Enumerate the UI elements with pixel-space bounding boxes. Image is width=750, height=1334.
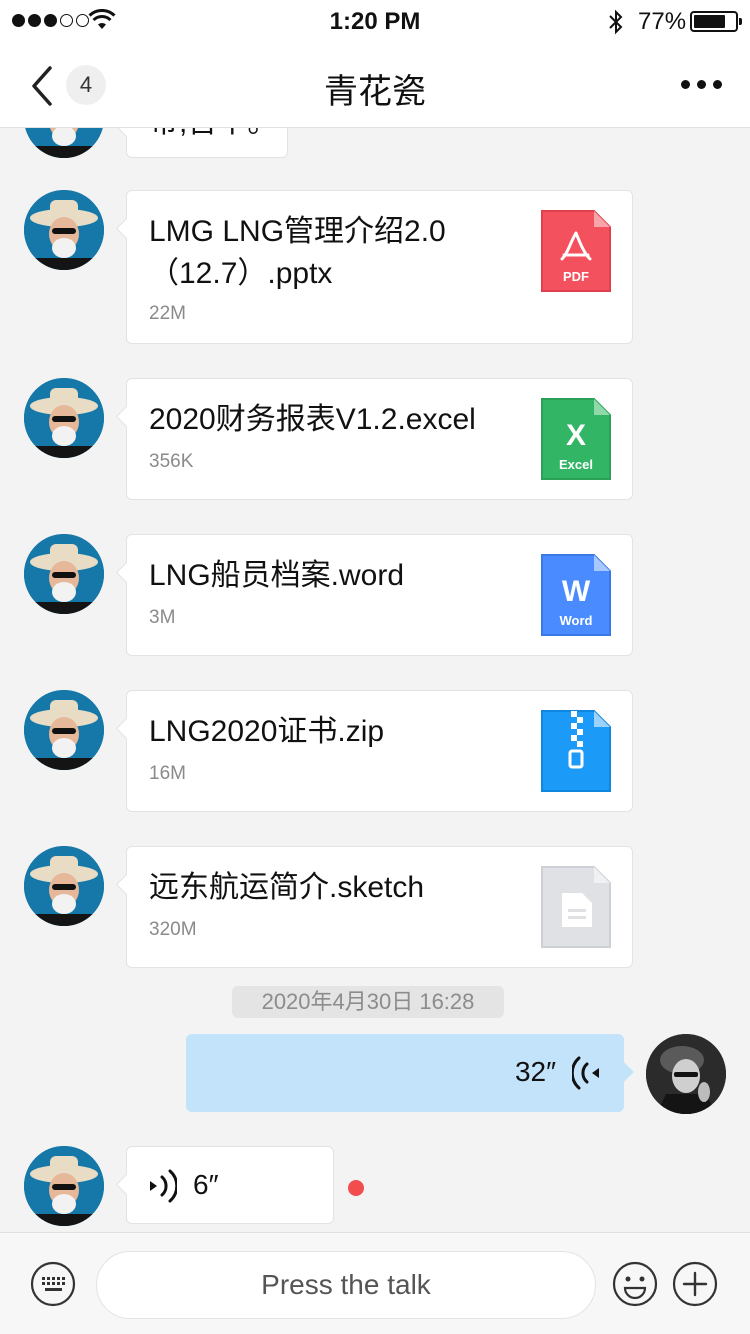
voice-wave-icon [150, 1169, 177, 1203]
pdf-icon: PDF [541, 210, 611, 292]
avatar[interactable] [24, 128, 104, 158]
file-size: 356K [149, 451, 194, 472]
file-name: LNG船员档案.word [149, 559, 405, 592]
file-size: 3M [149, 607, 176, 628]
file-name: LMG LNG管理介绍2.0（12.7）.pptx [149, 215, 446, 290]
voice-wave-icon [572, 1056, 599, 1090]
voice-duration: 32″ [514, 1056, 556, 1087]
status-bar: 1:20 PM 77% [0, 0, 750, 44]
keyboard-icon[interactable] [30, 1261, 76, 1307]
file-type-label: Word [560, 613, 593, 628]
timestamp: 2020年4月30日 16:28 [232, 986, 504, 1018]
file-name: 2020财务报表V1.2.excel [149, 403, 476, 436]
file-message[interactable]: 2020财务报表V1.2.excel 356K X Excel [126, 378, 633, 500]
file-type-label: Excel [559, 457, 593, 472]
file-type-label: PDF [563, 269, 589, 284]
avatar[interactable] [24, 690, 104, 770]
file-size: 16M [149, 763, 186, 784]
word-icon: W Word [541, 554, 611, 636]
file-message[interactable]: LNG2020证书.zip 16M [126, 690, 633, 812]
voice-duration: 6″ [193, 1169, 219, 1200]
page-title: 青花瓷 [324, 73, 426, 111]
excel-icon: X Excel [541, 398, 611, 480]
my-avatar[interactable] [646, 1034, 726, 1114]
file-message[interactable]: 远东航运简介.sketch 320M [126, 846, 633, 968]
file-name: LNG2020证书.zip [149, 715, 385, 748]
generic-file-icon [541, 866, 611, 948]
message-text: 带,吾中。 [149, 128, 277, 141]
zip-icon [541, 710, 611, 792]
bluetooth-icon [609, 9, 623, 35]
file-message[interactable]: LNG船员档案.word 3M W Word [126, 534, 633, 656]
battery-percent: 77% [638, 8, 687, 35]
input-bar: Press the talk [0, 1232, 750, 1334]
avatar[interactable] [24, 534, 104, 614]
incoming-voice-message[interactable]: 6″ [126, 1146, 334, 1224]
file-type-glyph: W [562, 575, 591, 608]
outgoing-voice-message[interactable]: 32″ [186, 1034, 624, 1112]
plus-icon[interactable] [672, 1261, 718, 1307]
avatar[interactable] [24, 846, 104, 926]
battery-icon [690, 11, 742, 32]
file-type-glyph: X [566, 419, 586, 452]
file-message[interactable]: LMG LNG管理介绍2.0（12.7）.pptx 22M PDF [126, 190, 633, 344]
avatar[interactable] [24, 1146, 104, 1226]
avatar[interactable] [24, 378, 104, 458]
unread-dot [348, 1180, 364, 1196]
press-to-talk-button[interactable]: Press the talk [96, 1251, 596, 1319]
more-horizontal-icon[interactable] [681, 80, 722, 89]
text-bubble[interactable]: 带,吾中。 [126, 128, 288, 158]
file-size: 320M [149, 919, 197, 940]
file-size: 22M [149, 303, 186, 324]
emoji-icon[interactable] [612, 1261, 658, 1307]
avatar[interactable] [24, 190, 104, 270]
chat-area[interactable]: 带,吾中。 LMG LNG管理介绍2.0（12.7）.pptx 22M PDF … [0, 128, 750, 1232]
nav-bar: 4 青花瓷 [0, 44, 750, 128]
file-name: 远东航运简介.sketch [149, 871, 425, 904]
